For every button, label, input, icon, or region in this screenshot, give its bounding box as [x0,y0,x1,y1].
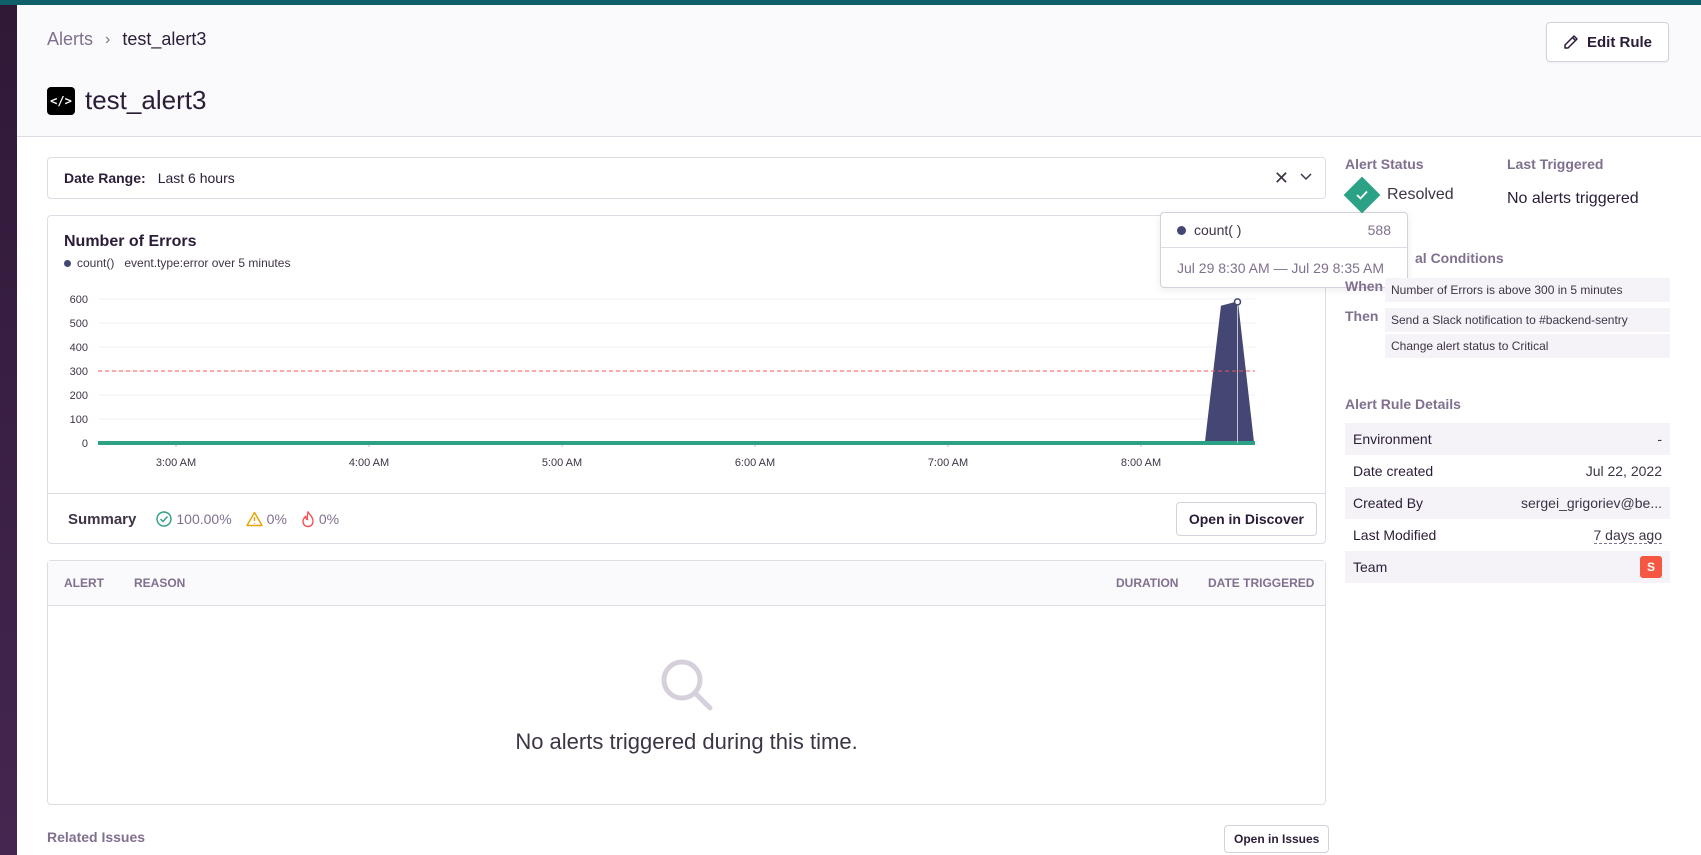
y-tick-label: 600 [70,294,88,306]
title-row: </> test_alert3 [47,85,206,116]
detail-key: Team [1353,559,1388,575]
critical-pct: 0% [318,511,340,527]
page-title: test_alert3 [85,85,207,115]
then-condition: Then Send a Slack notification to #backe… [1345,308,1670,332]
detail-key: Last Modified [1353,527,1437,543]
tooltip-series-row: count( ) 588 [1161,213,1407,248]
detail-value: - [1657,431,1662,447]
last-triggered-label: Last Triggered [1507,156,1604,172]
chart-title: Number of Errors [64,233,197,250]
when-key: When [1345,278,1384,294]
detail-last-modified: Last Modified 7 days ago [1345,519,1670,551]
critical-stat: 0% [301,510,340,528]
detail-created-by: Created By sergei_grigoriev@be... [1345,487,1670,519]
related-issues-heading: Related Issues [47,829,146,845]
x-tick-label: 5:00 AM [542,457,582,469]
chevron-down-icon[interactable] [1299,170,1313,184]
date-range-label: Date Range: [64,170,146,186]
then-action: Send a Slack notification to #backend-se… [1385,308,1670,332]
detail-date-created: Date created Jul 22, 2022 [1345,455,1670,487]
pencil-icon [1564,35,1578,49]
last-triggered: Last Triggered No alerts triggered [1507,156,1639,208]
header-date-triggered[interactable]: Date Triggered [1208,576,1314,590]
header-reason[interactable]: Reason [134,576,185,590]
x-tick-label: 6:00 AM [735,457,775,469]
header-alert[interactable]: Alert [64,576,104,590]
alert-status-value: Resolved [1387,186,1454,203]
chevron-right-icon: › [105,30,111,48]
sidebar [0,5,17,855]
y-tick-label: 400 [70,342,88,354]
y-tick-label: 0 [82,438,88,450]
error-count-chart[interactable]: 0 100 200 300 400 500 600 3:00 AM 4:00 AM 5:00 AM… [48,276,1325,491]
x-tick-label: 3:00 AM [156,457,196,469]
when-value: Number of Errors is above 300 in 5 minut… [1385,278,1670,302]
details-label: Alert Rule Details [1345,396,1461,412]
y-tick-label: 500 [70,318,88,330]
detail-key: Environment [1353,431,1432,447]
detail-key: Created By [1353,495,1424,511]
team-avatar[interactable]: S [1640,556,1662,578]
warning-pct: 0% [266,511,287,527]
when-condition: When Number of Errors is above 300 in 5 … [1345,278,1670,302]
detail-value: sergei_grigoriev@be... [1520,495,1662,511]
fire-icon [302,510,314,527]
open-in-discover-button[interactable]: Open in Discover [1175,502,1317,536]
edit-rule-button[interactable]: Edit Rule [1545,22,1669,62]
series-dot [64,259,71,267]
detail-value[interactable]: 7 days ago [1593,527,1662,544]
open-in-issues-button[interactable]: Open in Issues [1224,825,1330,853]
date-range-value: Last 6 hours [157,170,235,186]
chart-legend: count() event.type:error over 5 minutes [64,256,290,270]
date-range-select[interactable]: Date Range: Last 6 hours ✕ [47,157,1326,199]
y-tick-label: 300 [70,366,88,378]
page-header: Alerts › test_alert3 </> test_alert3 Edi… [17,5,1701,137]
x-tick-label: 8:00 AM [1121,457,1161,469]
breadcrumb-alerts-link[interactable]: Alerts [47,29,93,50]
chart-panel: Number of Errors count() event.type:erro… [47,215,1326,544]
series-label: count() [77,256,115,270]
close-icon[interactable]: ✕ [1274,168,1289,189]
search-icon [661,659,713,711]
alert-status-label: Alert Status [1345,156,1424,172]
then-key: Then [1345,308,1379,324]
tooltip-value: 588 [1367,222,1391,238]
then-condition-2: Change alert status to Critical [1345,334,1670,358]
alert-status-row: Resolved [1343,176,1454,214]
detail-key: Date created [1353,463,1434,479]
conditions-label: al Conditions [1415,250,1504,266]
table-header: Alert Reason Duration Date Triggered [48,561,1325,606]
empty-state-message: No alerts triggered during this time. [515,729,858,754]
series-query: event.type:error over 5 minutes [124,256,291,270]
then-action: Change alert status to Critical [1385,334,1670,358]
last-triggered-value: No alerts triggered [1507,190,1639,207]
tooltip-series: count( ) [1194,222,1242,238]
hover-point [1233,298,1242,306]
alert-history-table: Alert Reason Duration Date Triggered No … [47,560,1326,805]
warning-icon [245,511,263,527]
check-circle-icon [156,511,173,527]
summary-label: Summary [68,510,137,528]
y-tick-label: 200 [70,390,88,402]
resolved-pct: 100.00% [176,511,232,527]
warning-stat: 0% [245,511,287,527]
x-tick-label: 4:00 AM [349,457,389,469]
breadcrumb-current: test_alert3 [122,29,207,49]
summary-bar: Summary 100.00% 0% 0% Open in Discover [48,493,1325,544]
tooltip-series-dot [1177,225,1186,235]
x-tick-label: 7:00 AM [928,457,968,469]
detail-value: Jul 22, 2022 [1585,463,1662,479]
resolved-stat: 100.00% [156,511,232,527]
resolved-status-icon [1343,176,1381,214]
code-icon: </> [47,86,75,115]
edit-rule-label: Edit Rule [1586,33,1652,51]
y-tick-label: 100 [70,414,88,426]
header-duration[interactable]: Duration [1116,576,1178,590]
detail-environment: Environment - [1345,423,1670,455]
detail-team: Team S [1345,551,1670,583]
alert-status: Alert Status Resolved [1343,156,1454,214]
breadcrumb: Alerts › test_alert3 [47,29,206,50]
